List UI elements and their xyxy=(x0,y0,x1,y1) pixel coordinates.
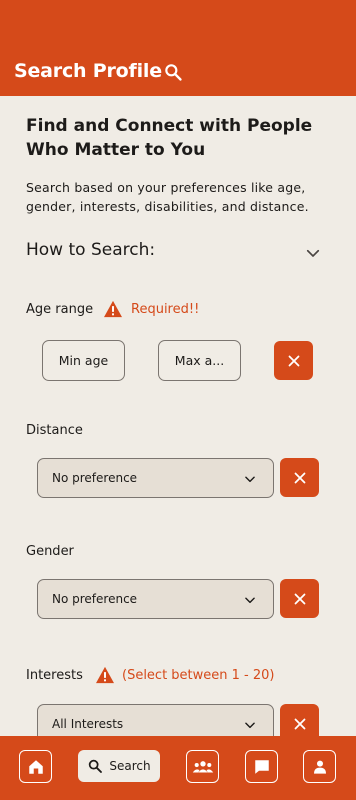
interests-value: All Interests xyxy=(52,717,124,731)
nav-groups-button[interactable] xyxy=(186,750,219,783)
age-range-label: Age range xyxy=(26,302,94,317)
home-icon xyxy=(28,759,43,774)
search-form: Find and Connect with People Who Matter … xyxy=(0,96,356,736)
nav-home-button[interactable] xyxy=(19,750,52,783)
distance-label: Distance xyxy=(26,423,83,438)
min-age-input[interactable]: Min age xyxy=(42,340,125,381)
interests-label: Interests xyxy=(26,668,83,683)
close-icon xyxy=(294,593,305,604)
person-icon xyxy=(313,760,326,774)
warning-icon xyxy=(104,300,122,318)
close-icon xyxy=(288,355,299,366)
chevron-down-icon[interactable] xyxy=(304,244,322,262)
search-icon xyxy=(89,759,103,773)
page-title: Search Profile xyxy=(14,60,162,82)
close-icon xyxy=(294,472,305,483)
chevron-down-icon xyxy=(245,722,255,729)
interests-hint: (Select between 1 - 20) xyxy=(122,668,275,683)
search-icon[interactable] xyxy=(163,62,183,82)
gender-label: Gender xyxy=(26,544,74,559)
how-to-search-toggle[interactable]: How to Search: xyxy=(26,240,322,266)
distance-select[interactable]: No preference xyxy=(37,458,274,498)
chat-icon xyxy=(254,759,269,774)
max-age-input[interactable]: Max a... xyxy=(158,340,241,381)
gender-value: No preference xyxy=(52,592,138,606)
nav-search-label: Search xyxy=(109,759,151,773)
gender-select[interactable]: No preference xyxy=(37,579,274,619)
nav-profile-button[interactable] xyxy=(303,750,336,783)
bottom-nav: Search xyxy=(0,736,356,800)
interests-select[interactable]: All Interests xyxy=(37,704,274,736)
chevron-down-icon xyxy=(245,597,255,604)
intro-description: Search based on your preferences like ag… xyxy=(26,180,309,214)
warning-icon xyxy=(96,666,114,684)
nav-messages-button[interactable] xyxy=(245,750,278,783)
distance-value: No preference xyxy=(52,471,138,485)
nav-search-button[interactable]: Search xyxy=(78,750,160,782)
groups-icon xyxy=(192,760,213,772)
intro-heading: Find and Connect with People Who Matter … xyxy=(26,116,313,160)
app-header: Search Profile xyxy=(0,0,356,96)
clear-interests-button[interactable] xyxy=(280,704,319,736)
how-to-search-label: How to Search: xyxy=(26,240,156,260)
clear-distance-button[interactable] xyxy=(280,458,319,497)
close-icon xyxy=(294,718,305,729)
clear-gender-button[interactable] xyxy=(280,579,319,618)
required-warning: Required!! xyxy=(131,302,200,317)
chevron-down-icon xyxy=(245,476,255,483)
clear-age-button[interactable] xyxy=(274,341,313,380)
